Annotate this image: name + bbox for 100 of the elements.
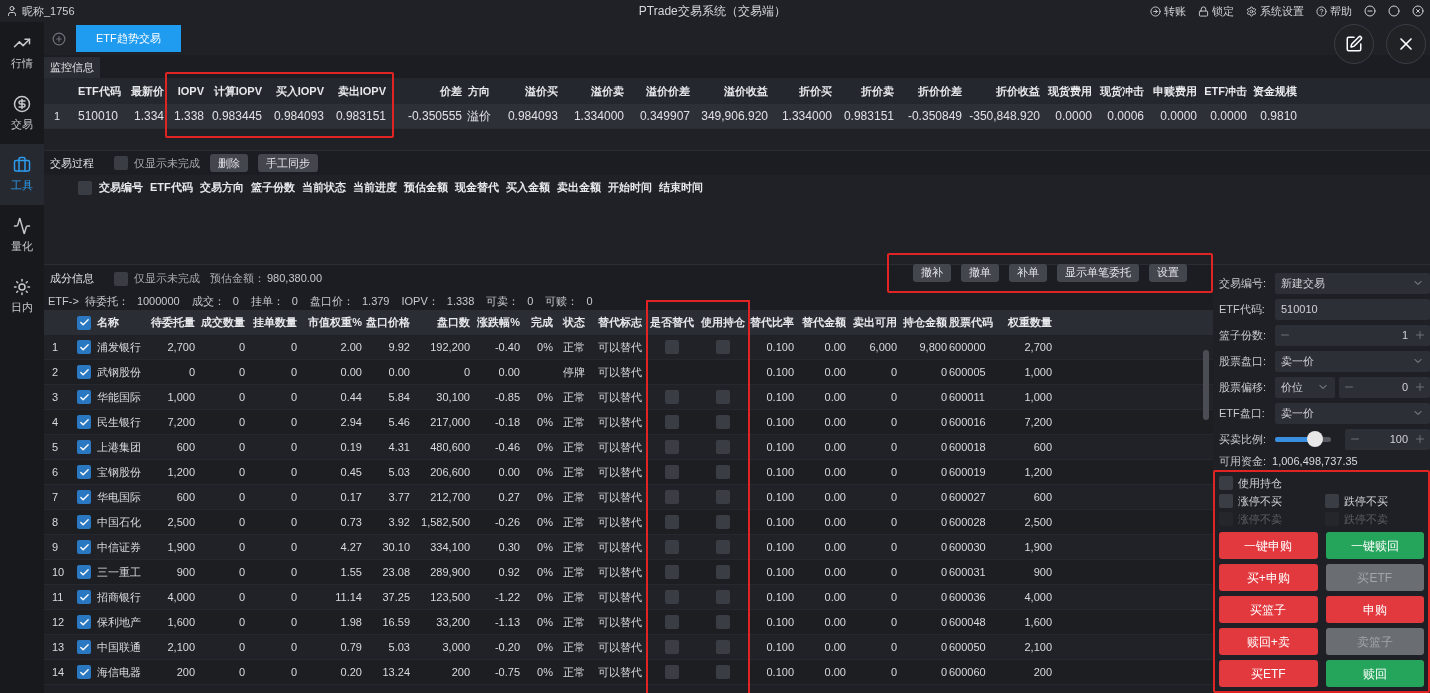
column-header: 资金规模 — [1252, 83, 1298, 99]
toolbar-button[interactable]: 转账 — [1150, 2, 1186, 20]
close-icon[interactable] — [1412, 5, 1424, 17]
checkbox[interactable] — [665, 565, 679, 579]
column-header: 盘口价格 — [365, 315, 411, 331]
checkbox[interactable] — [665, 465, 679, 479]
row-checkbox[interactable] — [77, 340, 91, 354]
checkbox[interactable] — [716, 515, 730, 529]
row-checkbox[interactable] — [77, 515, 91, 529]
checkbox[interactable] — [665, 490, 679, 504]
checkbox[interactable] — [716, 565, 730, 579]
row-checkbox[interactable] — [77, 640, 91, 654]
select-field[interactable]: 卖一价 — [1275, 350, 1430, 372]
checkbox[interactable] — [716, 665, 730, 679]
checkbox[interactable] — [665, 440, 679, 454]
table-cell: 1.98 — [340, 615, 362, 628]
sidebar-item[interactable]: 交易 — [0, 83, 44, 144]
checkbox[interactable] — [716, 615, 730, 629]
minimize-icon[interactable] — [1364, 5, 1376, 17]
checkbox[interactable]: 使用持仓 — [1219, 474, 1282, 492]
table-cell: 1,200 — [1024, 465, 1052, 478]
trade-button[interactable]: 买+申购 — [1219, 564, 1318, 591]
scrollbar[interactable] — [1203, 350, 1209, 420]
checkbox[interactable] — [665, 340, 679, 354]
checkbox[interactable] — [716, 440, 730, 454]
checkbox[interactable] — [716, 390, 730, 404]
row-checkbox[interactable] — [77, 465, 91, 479]
column-header: 预估金额 — [403, 180, 448, 196]
column-header: 现货费用 — [1047, 83, 1093, 99]
summary-label: IOPV： — [401, 293, 439, 309]
select-all-checkbox[interactable] — [77, 315, 91, 330]
table-cell: 0 — [238, 590, 245, 603]
number-field[interactable]: 0 — [1339, 376, 1430, 398]
checkbox[interactable] — [665, 540, 679, 554]
checkbox[interactable]: 跌停不买 — [1324, 492, 1388, 510]
table-cell: 可以替代 — [598, 465, 642, 478]
row-checkbox[interactable] — [77, 540, 91, 554]
row-checkbox[interactable] — [77, 615, 91, 629]
row-checkbox[interactable] — [77, 490, 91, 504]
table-cell: 正常 — [563, 590, 585, 603]
checkbox[interactable] — [665, 515, 679, 529]
sidebar-item[interactable]: 日内 — [0, 266, 44, 327]
maximize-icon[interactable] — [1388, 5, 1400, 17]
row-checkbox[interactable] — [77, 665, 91, 679]
toolbar-button[interactable]: 系统设置 — [1246, 2, 1304, 20]
checkbox[interactable] — [716, 640, 730, 654]
toolbar-button[interactable]: 帮助 — [1316, 2, 1352, 20]
checkbox[interactable] — [716, 340, 730, 354]
row-checkbox[interactable] — [77, 390, 91, 404]
input-field[interactable]: 510010 — [1275, 298, 1430, 320]
table-cell: 宝钢股份 — [97, 465, 141, 478]
table-cell: 0.100 — [766, 465, 794, 478]
select-field[interactable]: 新建交易 — [1275, 272, 1430, 294]
sidebar-item[interactable]: 工具 — [0, 144, 44, 205]
toolbar-button[interactable]: 锁定 — [1198, 2, 1234, 20]
row-checkbox[interactable] — [77, 565, 91, 579]
table-cell: 0 — [238, 440, 245, 453]
number-field[interactable]: 1 — [1275, 324, 1430, 346]
checkbox[interactable] — [665, 390, 679, 404]
trade-button[interactable]: 买篮子 — [1219, 596, 1318, 623]
row-checkbox[interactable] — [77, 365, 91, 379]
table-cell: 正常 — [563, 490, 585, 503]
add-tab-icon[interactable] — [52, 31, 66, 46]
checkbox[interactable] — [716, 590, 730, 604]
sidebar-item[interactable]: 行情 — [0, 22, 44, 83]
table-cell: 0% — [537, 565, 553, 578]
checkbox[interactable] — [665, 590, 679, 604]
checkbox[interactable] — [665, 415, 679, 429]
trade-button[interactable]: 买ETF — [1219, 660, 1318, 687]
table-cell: 0 — [890, 615, 897, 628]
checkbox[interactable] — [665, 615, 679, 629]
checkbox[interactable] — [665, 665, 679, 679]
row-checkbox[interactable] — [77, 590, 91, 604]
slider-thumb[interactable] — [1307, 430, 1324, 447]
table-cell: 0% — [537, 590, 553, 603]
sidebar-item[interactable]: 量化 — [0, 205, 44, 266]
checkbox[interactable] — [716, 465, 730, 479]
field-label: 股票偏移: — [1219, 379, 1268, 395]
table-cell: 30,100 — [436, 390, 470, 403]
checkbox[interactable] — [665, 640, 679, 654]
select-field[interactable]: 卖一价 — [1275, 402, 1430, 424]
number-field[interactable]: 100 — [1345, 428, 1430, 450]
checkbox[interactable]: 涨停不买 — [1219, 492, 1282, 510]
checkbox[interactable] — [716, 415, 730, 429]
row-checkbox[interactable] — [77, 415, 91, 429]
table-cell: 11.14 — [335, 590, 362, 603]
select-field[interactable]: 价位 — [1275, 376, 1335, 398]
select-all-checkbox[interactable] — [78, 180, 92, 195]
toolbar-button[interactable]: 手工同步 — [258, 154, 318, 172]
checkbox[interactable] — [716, 490, 730, 504]
trade-button[interactable]: 赎回+卖 — [1219, 628, 1318, 655]
table-cell: 200 — [451, 665, 470, 678]
row-checkbox[interactable] — [77, 440, 91, 454]
checkbox[interactable] — [114, 271, 128, 286]
toolbar-button[interactable]: 删除 — [210, 154, 248, 172]
trade-button[interactable]: 申购 — [1325, 596, 1424, 623]
checkbox[interactable] — [114, 156, 128, 170]
estimate-label: 预估金额： — [210, 271, 265, 287]
trade-button[interactable]: 一键申购 — [1219, 532, 1318, 559]
checkbox[interactable] — [716, 540, 730, 554]
